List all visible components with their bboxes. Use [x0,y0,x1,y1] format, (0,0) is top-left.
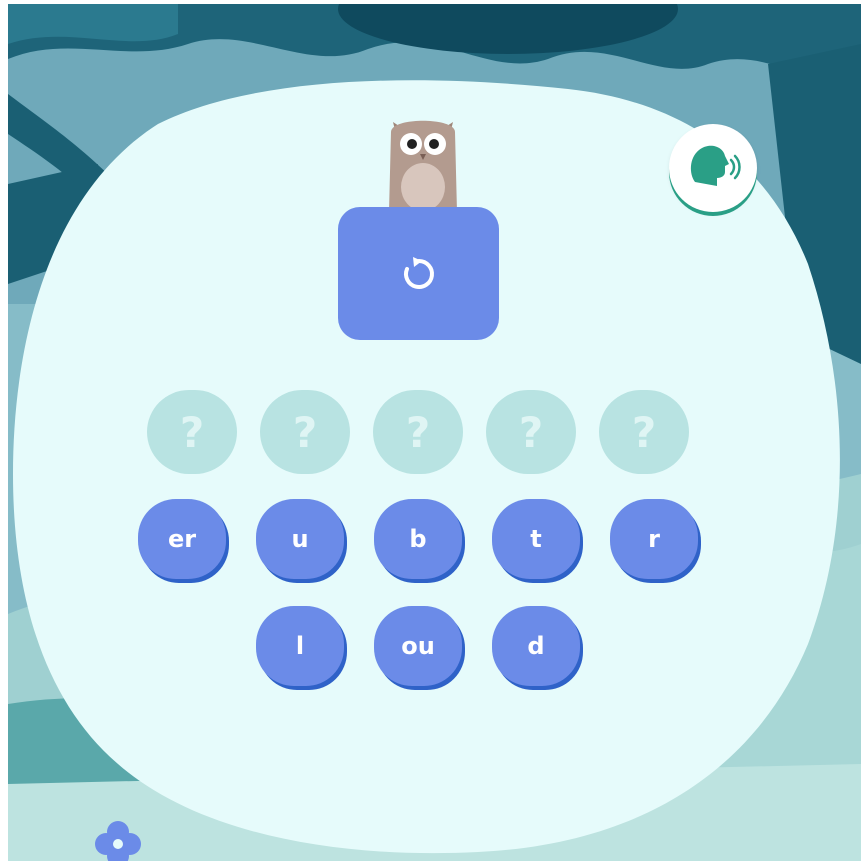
replay-icon [403,256,434,289]
answer-slot: ? [486,390,576,474]
speaking-head-icon [690,145,741,186]
letter-tile[interactable]: l [256,606,344,686]
letter-tile[interactable]: r [610,499,698,579]
letter-tile[interactable]: b [374,499,462,579]
replay-button[interactable] [338,207,499,340]
owl-mascot [389,120,457,220]
speak-button[interactable] [669,124,757,212]
game-scene: ? ? ? ? ? er u b t r l ou d [8,4,861,861]
answer-slot: ? [147,390,237,474]
answer-slot: ? [260,390,350,474]
letter-tile[interactable]: t [492,499,580,579]
answer-slot: ? [373,390,463,474]
answer-slot: ? [599,390,689,474]
letter-tile[interactable]: ou [374,606,462,686]
letter-tile[interactable]: u [256,499,344,579]
letter-tile[interactable]: er [138,499,226,579]
letter-tile[interactable]: d [492,606,580,686]
